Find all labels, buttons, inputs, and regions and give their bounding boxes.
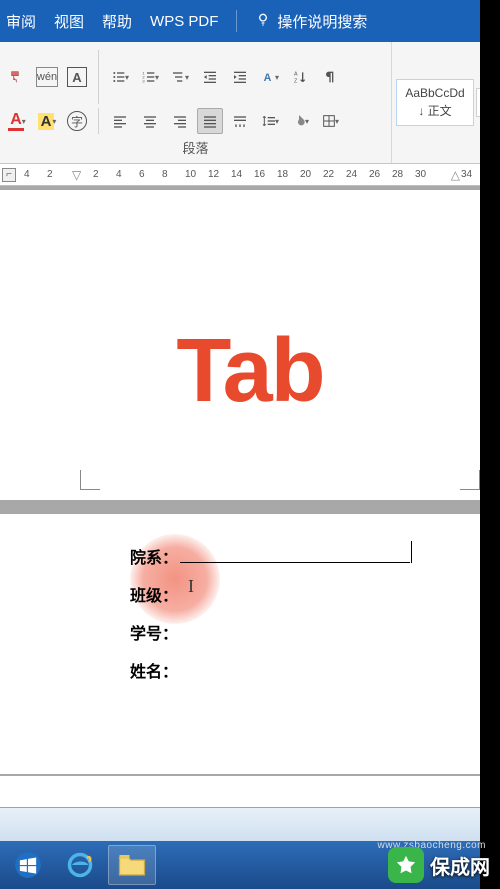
line-spacing-button[interactable]: ▾ xyxy=(257,108,283,134)
lightbulb-icon xyxy=(255,11,271,31)
indent-marker-icon[interactable]: ▽ xyxy=(72,168,81,182)
right-indent-marker-icon[interactable]: △ xyxy=(451,168,460,182)
watermark: 保成网 xyxy=(388,847,490,883)
show-marks-button[interactable] xyxy=(317,64,343,90)
highlight-button[interactable]: A▾ xyxy=(34,108,60,134)
watermark-badge-icon xyxy=(388,847,424,883)
tab-selector[interactable]: ⌐ xyxy=(2,168,16,182)
group-divider xyxy=(98,108,99,134)
group-divider xyxy=(98,50,99,104)
taskbar-ie-button[interactable] xyxy=(56,845,104,885)
pinyin-guide-button[interactable]: wén xyxy=(34,64,60,90)
svg-text:A: A xyxy=(264,72,272,84)
menu-review[interactable]: 审阅 xyxy=(6,11,36,32)
style-label-text: ↓ 正文 xyxy=(405,102,465,119)
enclose-char-button[interactable]: 字 xyxy=(64,108,90,134)
crop-mark-icon xyxy=(80,470,100,490)
increase-indent-button[interactable] xyxy=(227,64,253,90)
paragraph-group-label: 段落 xyxy=(4,136,387,161)
start-button[interactable] xyxy=(4,845,52,885)
horizontal-ruler[interactable]: ⌐ 422468101214161820222426283034 ▽ △ xyxy=(0,164,500,186)
font-color-button[interactable]: A▾ xyxy=(4,108,30,134)
menu-view[interactable]: 视图 xyxy=(54,11,84,32)
form-label-name: 姓名： xyxy=(130,658,178,682)
menu-bar: 审阅 视图 帮助 WPS PDF 操作说明搜索 xyxy=(0,0,500,42)
sort-button[interactable]: AZ xyxy=(287,64,313,90)
document-page-1[interactable]: Tab xyxy=(0,190,500,500)
folder-icon xyxy=(117,852,147,878)
numbering-button[interactable]: 123▾ xyxy=(137,64,163,90)
text-effects-button[interactable]: A▾ xyxy=(257,64,283,90)
format-painter-icon[interactable] xyxy=(4,64,30,90)
menu-help[interactable]: 帮助 xyxy=(102,11,132,32)
overlay-label: Tab xyxy=(0,190,500,423)
watermark-brand: 保成网 xyxy=(430,851,490,880)
document-page-2[interactable]: I 院系： 班级： 学号： 姓名： xyxy=(0,514,500,774)
decrease-indent-button[interactable] xyxy=(197,64,223,90)
svg-text:Z: Z xyxy=(294,78,298,84)
style-normal[interactable]: AaBbCcDd ↓ 正文 xyxy=(396,79,474,126)
windows-logo-icon xyxy=(14,851,42,879)
crop-mark-icon xyxy=(460,470,480,490)
svg-text:A: A xyxy=(294,72,298,78)
distribute-button[interactable] xyxy=(227,108,253,134)
svg-text:3: 3 xyxy=(142,78,145,83)
tell-me-search[interactable]: 操作说明搜索 xyxy=(255,11,367,32)
underline-field[interactable] xyxy=(180,545,410,563)
shading-button[interactable]: ▾ xyxy=(287,108,313,134)
form-label-class: 班级： xyxy=(130,582,178,606)
style-preview-text: AaBbCcDd xyxy=(405,86,465,100)
ruler-scale: 422468101214161820222426283034 xyxy=(24,169,469,180)
document-area: Tab I 院系： 班级： 学号： 姓名： xyxy=(0,186,500,776)
align-left-button[interactable] xyxy=(107,108,133,134)
taskbar-explorer-button[interactable] xyxy=(108,845,156,885)
align-right-button[interactable] xyxy=(167,108,193,134)
right-black-strip xyxy=(480,0,500,889)
form-label-student-id: 学号： xyxy=(130,620,178,644)
search-placeholder-text: 操作说明搜索 xyxy=(277,11,367,32)
status-bar xyxy=(0,807,480,841)
menu-wps-pdf[interactable]: WPS PDF xyxy=(150,13,218,30)
align-justify-button[interactable] xyxy=(197,108,223,134)
ribbon: wén A ▾ 123▾ ▾ A▾ AZ A▾ A▾ 字 ▾ ▾ ▾ 段落 xyxy=(0,42,500,164)
char-border-button[interactable]: A xyxy=(64,64,90,90)
multilevel-list-button[interactable]: ▾ xyxy=(167,64,193,90)
bullets-button[interactable]: ▾ xyxy=(107,64,133,90)
align-center-button[interactable] xyxy=(137,108,163,134)
document-form[interactable]: 院系： 班级： 学号： 姓名： xyxy=(0,514,500,682)
menu-separator xyxy=(236,10,237,32)
borders-button[interactable]: ▾ xyxy=(317,108,343,134)
form-label-department: 院系： xyxy=(130,544,178,568)
ie-icon xyxy=(66,851,94,879)
